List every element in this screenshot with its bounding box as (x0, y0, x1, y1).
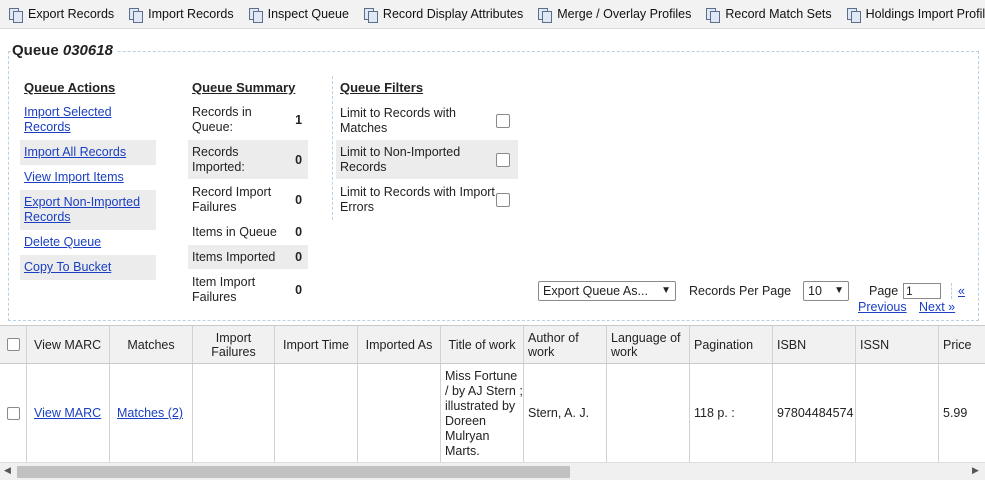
copy-icon (538, 7, 553, 23)
chevron-down-icon: ▼ (661, 285, 671, 296)
toolbar: Export Records Import Records Inspect Qu… (0, 0, 985, 29)
copy-icon (706, 7, 721, 23)
copy-icon (129, 7, 144, 23)
summary-row: Records Imported: 0 (188, 140, 308, 179)
delete-queue-link[interactable]: Delete Queue (24, 235, 160, 250)
column-header[interactable]: Import Failures (193, 326, 275, 363)
limit-import-errors-checkbox[interactable] (496, 193, 510, 207)
summary-row: Items in Queue 0 (192, 224, 303, 240)
author-cell: Stern, A. J. (524, 364, 607, 462)
scrollbar-thumb[interactable] (17, 466, 570, 478)
summary-row: Record Import Failures 0 (192, 185, 303, 214)
export-non-imported-records-link[interactable]: Export Non-Imported Records (24, 195, 160, 225)
merge-overlay-profiles-button[interactable]: Merge / Overlay Profiles (538, 7, 691, 23)
filter-import-errors: Limit to Records with Import Errors (336, 181, 518, 219)
column-header[interactable]: Imported As (358, 326, 441, 363)
action-export-non-imported[interactable]: Export Non-Imported Records (20, 190, 156, 230)
record-display-attributes-button[interactable]: Record Display Attributes (363, 7, 523, 23)
column-header[interactable]: ISBN (773, 326, 856, 363)
import-records-button[interactable]: Import Records (129, 7, 234, 23)
next-page-link[interactable]: Next » (919, 300, 955, 314)
action-import-selected[interactable]: Import Selected Records (20, 104, 156, 138)
column-header[interactable]: Language of work (607, 326, 690, 363)
action-copy-to-bucket[interactable]: Copy To Bucket (20, 255, 156, 280)
action-import-all[interactable]: Import All Records (20, 140, 156, 165)
queue-id: 030618 (62, 42, 113, 59)
page-label: Page (869, 284, 899, 298)
page-number-input[interactable]: 1 (903, 283, 941, 299)
isbn-cell: 97804484574 (773, 364, 856, 462)
view-marc-link[interactable]: View MARC (34, 406, 101, 421)
previous-page-link[interactable]: Previous (858, 300, 907, 314)
queue-summary-title: Queue Summary (192, 80, 296, 95)
inspect-queue-button[interactable]: Inspect Queue (248, 7, 349, 23)
price-cell: 5.99 (943, 406, 968, 420)
scroll-right-icon[interactable]: ▶ (972, 465, 979, 476)
record-match-sets-button[interactable]: Record Match Sets (706, 7, 832, 23)
summary-row: Item Import Failures 0 (192, 275, 303, 304)
copy-icon (846, 7, 861, 23)
filter-matches: Limit to Records with Matches (336, 103, 518, 139)
column-header[interactable]: View MARC (27, 326, 110, 363)
import-all-records-link[interactable]: Import All Records (24, 145, 160, 160)
chevron-down-icon: ▼ (834, 285, 844, 296)
import-time-cell (275, 364, 358, 462)
scroll-left-icon[interactable]: ◀ (4, 465, 11, 476)
action-delete-queue[interactable]: Delete Queue (20, 232, 156, 254)
title-cell: Miss Fortune / by AJ Stern ; illustrated… (441, 364, 524, 462)
queue-actions-title: Queue Actions (24, 80, 116, 95)
matches-cell: Matches (2) (110, 364, 193, 462)
column-header[interactable]: Author of work (524, 326, 607, 363)
action-view-import-items[interactable]: View Import Items (20, 167, 156, 189)
table-row: View MARC Matches (2) Miss Fortune / by … (0, 364, 985, 462)
first-page-link[interactable]: « (958, 284, 965, 298)
row-select-checkbox[interactable] (6, 407, 20, 420)
column-header[interactable]: Pagination (690, 326, 773, 363)
view-marc-cell: View MARC (27, 364, 110, 462)
column-header[interactable]: Import Time (275, 326, 358, 363)
copy-icon (363, 7, 378, 23)
column-header[interactable]: Title of work (441, 326, 524, 363)
column-header[interactable]: Matches (110, 326, 193, 363)
limit-matches-checkbox[interactable] (496, 114, 510, 128)
horizontal-scrollbar[interactable]: ◀ ▶ (0, 462, 985, 480)
copy-icon (248, 7, 263, 23)
import-selected-records-link[interactable]: Import Selected Records (24, 105, 160, 135)
page-title: Queue 030618 (12, 42, 117, 59)
limit-non-imported-checkbox[interactable] (496, 152, 510, 167)
queue-filters-title: Queue Filters (340, 80, 424, 95)
issn-cell (856, 364, 939, 462)
holdings-import-profiles-button[interactable]: Holdings Import Profiles (846, 7, 985, 23)
column-header[interactable]: Price (939, 326, 985, 363)
results-grid: View MARC Matches Import Failures Import… (0, 325, 985, 462)
imported-as-cell (358, 364, 441, 462)
export-records-button[interactable]: Export Records (9, 7, 114, 23)
filter-non-imported: Limit to Non-Imported Records (336, 140, 518, 179)
grid-header: View MARC Matches Import Failures Import… (0, 326, 985, 364)
column-divider (332, 76, 333, 220)
summary-row: Records in Queue: 1 (192, 105, 303, 134)
summary-row: Items Imported 0 (188, 245, 308, 269)
copy-to-bucket-link[interactable]: Copy To Bucket (24, 260, 160, 275)
import-failures-cell (193, 364, 275, 462)
export-queue-select[interactable]: Export Queue As... ▼ (538, 281, 676, 301)
copy-icon (9, 7, 23, 23)
view-import-items-link[interactable]: View Import Items (24, 170, 160, 185)
pager-divider (951, 283, 952, 299)
records-per-page-select[interactable]: 10 ▼ (803, 281, 849, 301)
select-all-cell (0, 326, 27, 363)
select-all-checkbox[interactable] (6, 338, 20, 351)
column-header[interactable]: ISSN (856, 326, 939, 363)
records-per-page-label: Records Per Page (689, 284, 792, 298)
row-select-cell (0, 364, 27, 462)
language-cell (607, 364, 690, 462)
matches-link[interactable]: Matches (2) (117, 406, 183, 421)
pagination-cell: 118 p. : (690, 364, 773, 462)
